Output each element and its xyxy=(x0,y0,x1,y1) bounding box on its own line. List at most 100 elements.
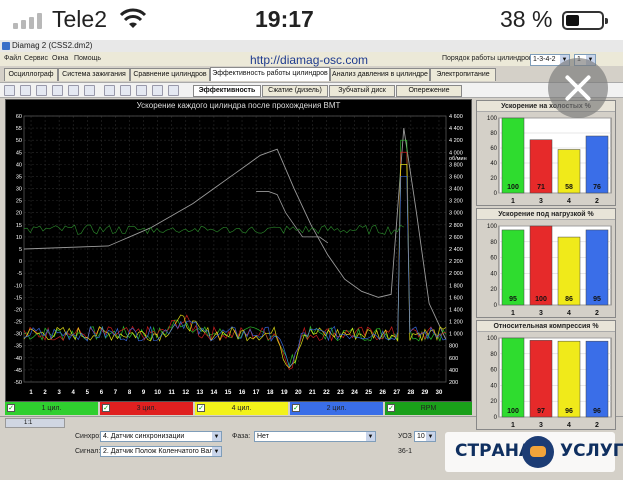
tool-icon[interactable] xyxy=(120,85,131,96)
bar-value-label: 100 xyxy=(507,184,519,191)
bar-value-label: 100 xyxy=(507,408,519,415)
tool-icon[interactable] xyxy=(68,85,79,96)
x-tick-label: 17 xyxy=(253,390,260,396)
website-url[interactable]: http://diamag-osc.com xyxy=(250,53,368,67)
uoz-sub: 36-1 xyxy=(398,448,413,455)
y-tick-label: 25 xyxy=(16,199,22,205)
subtab-compression[interactable]: Сжатие (дизель) xyxy=(262,85,328,97)
rpm-tick-label: 2 800 xyxy=(449,223,463,229)
bar-category-label: 3 xyxy=(539,198,543,205)
menu-help[interactable]: Помощь xyxy=(74,55,101,62)
channel-toggle-cyl1[interactable]: ✓ 1 цил. xyxy=(5,402,98,415)
checkbox-icon[interactable]: ✓ xyxy=(387,404,395,412)
battery-percent: 38 % xyxy=(500,6,553,32)
clock: 19:17 xyxy=(255,6,314,32)
uoz-value: 10 xyxy=(417,433,425,440)
x-tick-label: 6 xyxy=(100,390,104,396)
x-tick-label: 26 xyxy=(379,390,386,396)
phase-select[interactable]: Нет ▼ xyxy=(254,431,376,442)
tool-icon[interactable] xyxy=(104,85,115,96)
rpm-tick-label: 2 200 xyxy=(449,259,463,265)
uoz-select[interactable]: 10 ▼ xyxy=(414,431,436,442)
bar-category-label: 4 xyxy=(567,422,571,429)
tab-power[interactable]: Электропитание xyxy=(430,68,496,81)
x-tick-label: 3 xyxy=(57,390,61,396)
bar-value-label: 97 xyxy=(537,408,545,415)
carrier-name: Tele2 xyxy=(52,6,107,32)
bar-category-label: 4 xyxy=(567,310,571,317)
checkbox-icon[interactable]: ✓ xyxy=(292,404,300,412)
bar-y-tick: 60 xyxy=(490,256,497,262)
channel-label: RPM xyxy=(420,405,437,412)
bar-y-tick: 100 xyxy=(487,224,498,230)
menu-file[interactable]: Файл xyxy=(4,55,21,62)
y-tick-label: 55 xyxy=(16,126,22,132)
y-tick-label: 45 xyxy=(16,150,22,156)
menu-windows[interactable]: Окна xyxy=(52,55,68,62)
y-tick-label: -10 xyxy=(14,283,22,289)
menu-service[interactable]: Сервис xyxy=(24,55,48,62)
subtab-efficiency[interactable]: Эффективность xyxy=(193,85,261,97)
checkbox-icon[interactable]: ✓ xyxy=(102,404,110,412)
bar-value-label: 86 xyxy=(565,296,573,303)
signal-value: 2. Датчик Полож Коленчатого Вал xyxy=(103,448,214,455)
tab-oscilloscope[interactable]: Осциллограф xyxy=(4,68,58,81)
tool-icon[interactable] xyxy=(84,85,95,96)
window-title: Diamag 2 (CSS2.dm2) xyxy=(12,41,93,50)
y-tick-label: -25 xyxy=(14,320,22,326)
cylinder-bar xyxy=(585,340,609,418)
cylinder-bar xyxy=(501,229,525,306)
bar-category-label: 1 xyxy=(511,198,515,205)
efficiency-chart-plot: 60 4 60055 4 40050 4 20045 4 00040 3 80035 3 6… xyxy=(14,114,467,396)
checkbox-icon[interactable]: ✓ xyxy=(197,404,205,412)
rpm-tick-label: 4 200 xyxy=(449,138,463,144)
rpm-tick-label: 600 xyxy=(449,356,458,362)
y-tick-label: 0 xyxy=(19,259,22,265)
close-button[interactable] xyxy=(548,58,608,118)
bar-y-tick: 60 xyxy=(490,146,497,152)
y-tick-label: -5 xyxy=(17,271,22,277)
uoz-label: УОЗ xyxy=(398,433,412,440)
channel-label: 2 цил. xyxy=(326,405,347,412)
channel-toggle-cyl4[interactable]: ✓ 4 цил. xyxy=(195,402,288,415)
wifi-icon xyxy=(119,8,147,28)
scale-control[interactable]: 1:1 xyxy=(5,418,65,428)
tool-icon[interactable] xyxy=(20,85,31,96)
bar-category-label: 2 xyxy=(595,198,599,205)
tab-ignition[interactable]: Система зажигания xyxy=(58,68,130,81)
rpm-tick-label: 4 600 xyxy=(449,114,463,120)
channel-toggle-rpm[interactable]: ✓ RPM xyxy=(385,402,472,415)
x-tick-label: 21 xyxy=(309,390,316,396)
tool-icon[interactable] xyxy=(4,85,15,96)
tool-icon[interactable] xyxy=(152,85,163,96)
tab-cylinder-compare[interactable]: Сравнение цилиндров xyxy=(130,68,210,81)
bar-y-tick: 40 xyxy=(490,271,497,277)
tool-icon[interactable] xyxy=(168,85,179,96)
signal-select[interactable]: 2. Датчик Полож Коленчатого Вал ▼ xyxy=(100,446,222,457)
main-tabs: Осциллограф Система зажигания Сравнение … xyxy=(0,67,623,82)
efficiency-chart[interactable]: 60 4 600 55 4 400 50 4 200 45 4 000 40 3 800 35 3 6… xyxy=(5,99,472,402)
sync-value: 4. Датчик синхронизации xyxy=(103,433,185,440)
rpm-tick-label: 800 xyxy=(449,344,458,350)
bar-category-label: 4 xyxy=(567,198,571,205)
x-tick-label: 12 xyxy=(182,390,189,396)
bar-y-tick: 80 xyxy=(490,131,497,137)
checkbox-icon[interactable]: ✓ xyxy=(7,404,15,412)
bar-y-tick: 40 xyxy=(490,383,497,389)
sync-select[interactable]: 4. Датчик синхронизации ▼ xyxy=(100,431,222,442)
bar-chart-idle: 100 80 60 40 20 0 100 1 71 3 58 4 76 2 xyxy=(487,116,612,205)
tab-cylinder-efficiency[interactable]: Эффективность работы цилиндров xyxy=(210,67,330,81)
tab-pressure-analysis[interactable]: Анализ давления в цилиндре xyxy=(330,68,430,81)
bar-value-label: 95 xyxy=(593,296,601,303)
tool-icon[interactable] xyxy=(52,85,63,96)
bar-y-tick: 80 xyxy=(490,240,497,246)
channel-toggle-cyl2[interactable]: ✓ 2 цил. xyxy=(290,402,383,415)
bar-panel-load: Ускорение под нагрузкой % 100 80 60 40 20 0 95… xyxy=(476,208,616,318)
subtab-advance[interactable]: Опережение xyxy=(396,85,462,97)
battery-icon xyxy=(562,11,608,30)
rpm-tick-label: 2 000 xyxy=(449,271,463,277)
channel-toggle-cyl3[interactable]: ✓ 3 цил. xyxy=(100,402,193,415)
tool-icon[interactable] xyxy=(136,85,147,96)
subtab-tooth-disk[interactable]: Зубчатый диск xyxy=(329,85,395,97)
tool-icon[interactable] xyxy=(36,85,47,96)
